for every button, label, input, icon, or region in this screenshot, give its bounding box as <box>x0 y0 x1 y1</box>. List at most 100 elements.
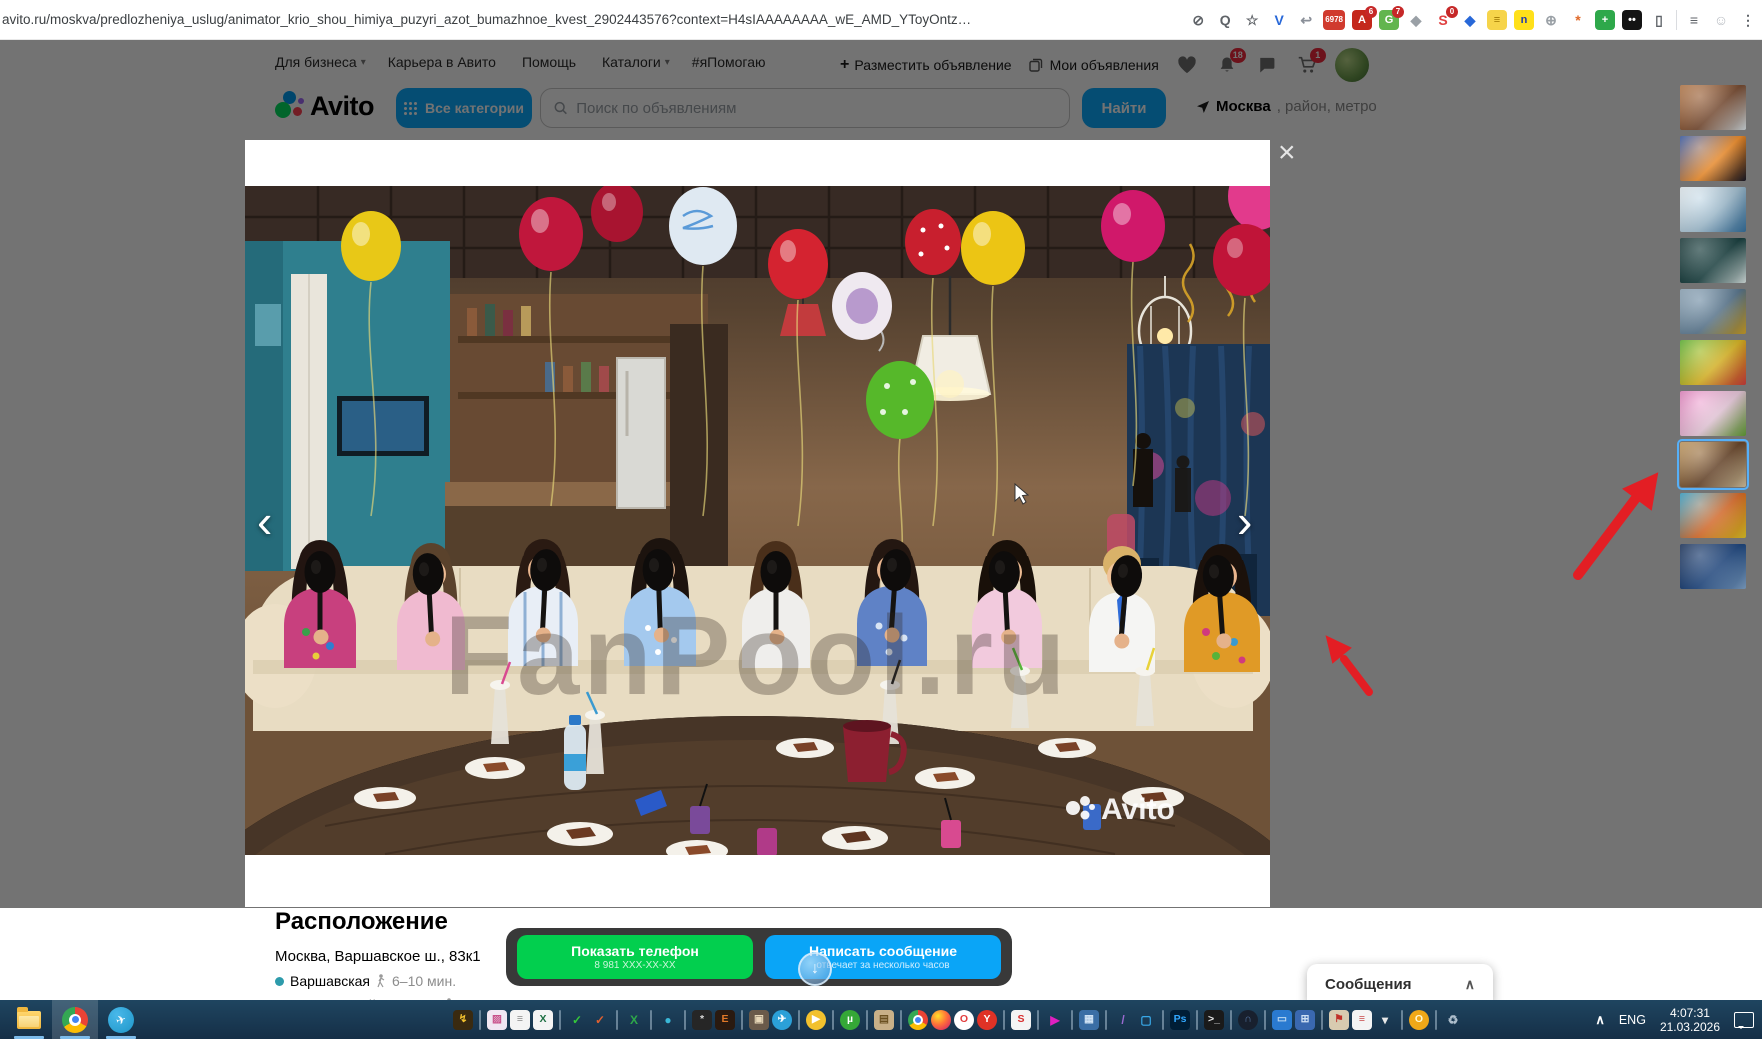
taskbar-utorrent-icon[interactable]: µ <box>840 1009 860 1030</box>
taskbar-separator <box>1071 1009 1073 1030</box>
taskbar-firefox-icon[interactable] <box>931 1009 951 1030</box>
taskbar-separator <box>1401 1009 1403 1030</box>
taskbar-calculator-icon[interactable]: ▦ <box>1079 1009 1099 1030</box>
taskbar-map-icon[interactable]: ⚑ <box>1329 1009 1349 1030</box>
taskbar-feather-pen-icon[interactable]: / <box>1113 1010 1133 1030</box>
taskbar-check-orange-icon[interactable]: ✓ <box>590 1010 610 1030</box>
messenger-widget[interactable]: Сообщения ∧ <box>1307 964 1493 1004</box>
taskbar-pictures-icon[interactable]: ▣ <box>749 1009 769 1030</box>
globe-icon[interactable]: ⊕ <box>1541 10 1561 30</box>
taskbar-cmd-icon[interactable]: >_ <box>1204 1009 1224 1030</box>
taskbar-separator <box>616 1009 618 1030</box>
thumbnail-splash-show[interactable] <box>1680 238 1746 283</box>
tray-expand-icon[interactable]: ∧ <box>1595 1012 1605 1028</box>
taskbar-gear-dark-icon[interactable]: * <box>692 1009 712 1030</box>
browser-toolbar: avito.ru/moskva/predlozheniya_uslug/anim… <box>0 0 1762 40</box>
panda-icon[interactable]: •• <box>1622 10 1642 30</box>
thumbnail-playroom[interactable] <box>1680 493 1746 538</box>
listing-photo[interactable]: FanPool.ru Avito <box>245 186 1270 855</box>
shield-blue-icon[interactable]: ◆ <box>1460 10 1480 30</box>
bookmark-star-icon[interactable]: ☆ <box>1242 10 1262 30</box>
sb-icon[interactable]: S0 <box>1433 6 1458 30</box>
extension-separator <box>1676 10 1677 30</box>
taskbar-recycle-bin-icon[interactable]: ♻ <box>1443 1010 1463 1030</box>
taskbar-photo-app-icon[interactable]: ▨ <box>487 1009 507 1030</box>
taskbar-file-explorer[interactable] <box>6 1000 52 1039</box>
thumbnail-smoke-party[interactable] <box>1680 85 1746 130</box>
taskbar-excel-x-icon[interactable]: X <box>624 1010 644 1030</box>
folder-icon <box>17 1006 41 1029</box>
gallery-prev-arrow[interactable]: ‹ <box>257 498 272 544</box>
taskbar-display-icon[interactable]: ▭ <box>1272 1009 1292 1030</box>
adblock-counter-icon[interactable]: 6978 <box>1323 10 1345 30</box>
metro-line-dot <box>275 976 284 986</box>
taskbar-yandex-icon[interactable]: Y <box>977 1009 997 1030</box>
taskbar-flash-icon[interactable]: ↯ <box>453 1009 473 1030</box>
clipboard-icon[interactable]: ▯ <box>1649 10 1669 30</box>
taskbar-separator <box>1230 1009 1232 1030</box>
molecule-icon[interactable]: * <box>1568 10 1588 30</box>
n-translate-icon[interactable]: n <box>1514 10 1534 30</box>
thumbnail-pink-costumes[interactable] <box>1680 391 1746 436</box>
puzzle-icon[interactable]: + <box>1595 10 1615 30</box>
taskbar-media-player-icon[interactable]: ▶ <box>806 1009 826 1030</box>
taskbar-tasklist-icon[interactable]: ≡ <box>1352 1009 1372 1030</box>
zoom-icon[interactable]: Q <box>1215 10 1235 30</box>
thumbnail-balloon-pit[interactable] <box>1680 340 1746 385</box>
taskbar-opera-icon[interactable]: O <box>954 1009 974 1030</box>
taskbar-e-orange-icon[interactable]: E <box>715 1009 735 1030</box>
taskbar: ✈ ↯ ▨ ≡ X ✓ ✓ X ● * E ▣ ✈ ▶ µ ▤ O Y S ▶ ▦ / ▢ Ps >_ ∩ ▭ ⊞ ⚑ ≡ ▾ O ♻ ∧ E… <box>0 1000 1762 1039</box>
tray-time: 4:07:31 <box>1669 1005 1710 1020</box>
taskbar-rdp-icon[interactable]: ⊞ <box>1295 1009 1315 1030</box>
taskbar-headphones-icon[interactable]: ∩ <box>1238 1009 1258 1030</box>
show-phone-button[interactable]: Показать телефон 8 981 XXX-XX-XX <box>517 935 753 979</box>
taskbar-separator <box>684 1009 686 1030</box>
notes-icon[interactable]: ≡ <box>1487 10 1507 30</box>
address-bar[interactable]: avito.ru/moskva/predlozheniya_uslug/anim… <box>2 0 1077 40</box>
close-icon[interactable]: × <box>1278 138 1296 168</box>
taskbar-check-green-icon[interactable]: ✓ <box>567 1010 587 1030</box>
shield-gray-icon[interactable]: ◆ <box>1406 10 1426 30</box>
taskbar-chrome-alt-icon[interactable] <box>908 1009 928 1030</box>
gallery-next-arrow[interactable]: › <box>1237 498 1252 544</box>
taskbar-separator <box>866 1009 868 1030</box>
thumbnail-night-show[interactable] <box>1680 544 1746 589</box>
thumbnail-table-party[interactable] <box>1677 439 1749 490</box>
taskbar-sphere-browser-icon[interactable]: ● <box>658 1010 678 1030</box>
taskbar-telegram[interactable]: ✈ <box>98 1000 144 1039</box>
photo-watermark: FanPool.ru <box>445 593 1070 718</box>
clock[interactable]: 4:07:31 21.03.2026 <box>1660 1006 1720 1034</box>
contact-bar: Показать телефон 8 981 XXX-XX-XX Написат… <box>506 928 1012 986</box>
walking-icon <box>377 974 385 988</box>
taskbar-dropdown-icon[interactable]: ▾ <box>1375 1010 1395 1030</box>
reply-arrow-icon[interactable]: ↩ <box>1296 10 1316 30</box>
ghostery-icon[interactable]: G7 <box>1379 6 1404 30</box>
playlist-icon[interactable]: ≡ <box>1684 10 1704 30</box>
taskbar-telegram-alt-icon[interactable]: ✈ <box>772 1009 792 1030</box>
svg-text:Avito: Avito <box>1101 793 1175 826</box>
taskbar-separator <box>1321 1009 1323 1030</box>
taskbar-snip-tool-icon[interactable]: ▢ <box>1136 1010 1156 1030</box>
taskbar-separator <box>900 1009 902 1030</box>
action-center-icon[interactable] <box>1734 1011 1754 1029</box>
chrome-icon <box>62 1006 88 1033</box>
profile-ghost-icon[interactable]: ☺ <box>1711 10 1731 30</box>
taskbar-s-red-icon[interactable]: S <box>1011 1009 1031 1030</box>
thumbnail-foam-show[interactable] <box>1680 187 1746 232</box>
chevron-up-icon: ∧ <box>1464 975 1475 992</box>
taskbar-tools-folder-icon[interactable]: ▤ <box>874 1009 894 1030</box>
thumbnail-robot-show[interactable] <box>1680 289 1746 334</box>
taskbar-magenta-arrow-icon[interactable]: ▶ <box>1045 1010 1065 1030</box>
taskbar-notes-doc-icon[interactable]: ≡ <box>510 1009 530 1030</box>
language-indicator[interactable]: ENG <box>1619 1013 1646 1027</box>
taskbar-excel-doc-icon[interactable]: X <box>533 1009 553 1030</box>
notifications-blocked-icon[interactable]: ⊘ <box>1188 10 1208 30</box>
taskbar-chrome[interactable] <box>52 1000 98 1039</box>
vpn-v-icon[interactable]: V <box>1269 10 1289 30</box>
browser-menu-icon[interactable]: ⋮ <box>1738 10 1758 30</box>
thumbnail-fire-show[interactable] <box>1680 136 1746 181</box>
taskbar-photoshop-icon[interactable]: Ps <box>1170 1009 1190 1030</box>
adblock-plus-icon[interactable]: A6 <box>1352 6 1377 30</box>
taskbar-coin-icon[interactable]: O <box>1409 1009 1429 1030</box>
taskbar-separator <box>1037 1009 1039 1030</box>
